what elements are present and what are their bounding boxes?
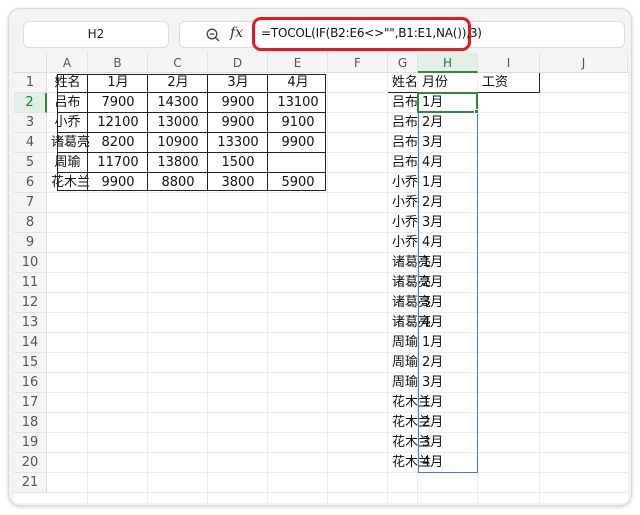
source-table-divider [57,112,326,113]
row-header-17[interactable]: 17 [14,393,47,413]
spreadsheet-window: H2 fx =TOCOL(IF(B2:E6<>"",B1:E1,NA()),3)… [8,8,632,506]
column-header-a[interactable]: A [47,53,88,73]
result-name-cell[interactable]: 诸葛亮 [388,253,431,273]
result-name-cell[interactable]: 花木兰 [388,393,431,413]
row-gridline [47,472,628,473]
row-gridline [47,372,628,373]
column-header-g[interactable]: G [388,53,418,73]
row-header-19[interactable]: 19 [14,433,47,453]
column-header-i[interactable]: I [478,53,540,73]
row-header-2[interactable]: 2 [14,93,47,113]
result-name-cell[interactable]: 小乔 [388,233,418,253]
row-header-5[interactable]: 5 [14,153,47,173]
result-name-cell[interactable]: 小乔 [388,193,418,213]
zoom-icon[interactable] [206,28,220,42]
source-table-divider [57,92,326,93]
formula-text[interactable]: =TOCOL(IF(B2:E6<>"",B1:E1,NA()),3) [261,26,482,40]
row-gridline [47,492,628,493]
result-name-cell[interactable]: 周瑜 [388,373,418,393]
result-name-cell[interactable]: 诸葛亮 [388,273,431,293]
result-name-cell[interactable]: 花木兰 [388,453,431,473]
column-header-d[interactable]: D [208,53,268,73]
fx-icon[interactable]: fx [230,25,243,41]
result-name-cell[interactable]: 吕布 [388,133,418,153]
row-gridline [47,352,628,353]
spill-range-outline [418,93,478,473]
result-name-cell[interactable]: 诸葛亮 [388,293,431,313]
result-name-cell[interactable]: 小乔 [388,173,418,193]
row-header-11[interactable]: 11 [14,273,47,293]
row-header-12[interactable]: 12 [14,293,47,313]
result-name-cell[interactable]: 花木兰 [388,433,431,453]
row-gridline [47,412,628,413]
result-header-cell[interactable]: 工资 [478,73,540,93]
row-header-6[interactable]: 6 [14,173,47,193]
column-header-h[interactable]: H [418,53,478,73]
row-header-3[interactable]: 3 [14,113,47,133]
column-header-b[interactable]: B [88,53,148,73]
row-header-10[interactable]: 10 [14,253,47,273]
result-name-cell[interactable]: 吕布 [388,93,418,113]
row-header-7[interactable]: 7 [14,193,47,213]
source-table-divider [57,132,326,133]
row-gridline [47,272,628,273]
sheet-grid[interactable]: A B C D E F G H I J 1 2 3 4 5 6 7 8 9 10 11 12 13 14 15 16 17 18 19 2… [14,53,628,503]
row-header-16[interactable]: 16 [14,373,47,393]
row-header-15[interactable]: 15 [14,353,47,373]
row-header-14[interactable]: 14 [14,333,47,353]
row-header-4[interactable]: 4 [14,133,47,153]
result-name-cell[interactable]: 小乔 [388,213,418,233]
result-header-cell[interactable]: 月份 [418,73,478,93]
row-header-1[interactable]: 1 [14,73,47,93]
fill-handle[interactable] [474,109,479,114]
result-header-cell[interactable]: 姓名 [388,73,418,93]
source-table-divider [57,172,326,173]
row-gridline [47,312,628,313]
row-header-9[interactable]: 9 [14,233,47,253]
result-name-cell[interactable]: 花木兰 [388,413,431,433]
formula-highlight: =TOCOL(IF(B2:E6<>"",B1:E1,NA()),3) [252,17,482,51]
result-name-cell[interactable]: 周瑜 [388,353,418,373]
column-header-f[interactable]: F [328,53,388,73]
source-table-divider [57,152,326,153]
row-gridline [47,432,628,433]
column-header-c[interactable]: C [148,53,208,73]
select-all-corner[interactable] [14,53,47,73]
row-gridline [47,332,628,333]
active-cell[interactable] [417,92,478,113]
column-header-e[interactable]: E [268,53,328,73]
column-gridline [539,73,540,503]
row-gridline [47,252,628,253]
row-gridline [47,292,628,293]
formula-bar[interactable]: fx =TOCOL(IF(B2:E6<>"",B1:E1,NA()),3) [179,17,625,51]
result-name-cell[interactable]: 吕布 [388,153,418,173]
row-header-8[interactable]: 8 [14,213,47,233]
column-header-j[interactable]: J [540,53,628,73]
name-box[interactable]: H2 [23,21,169,48]
row-header-18[interactable]: 18 [14,413,47,433]
row-gridline [47,212,628,213]
result-name-cell[interactable]: 周瑜 [388,333,418,353]
row-gridline [47,392,628,393]
row-header-13[interactable]: 13 [14,313,47,333]
row-gridline [47,452,628,453]
row-header-21[interactable]: 21 [14,473,47,493]
row-header-20[interactable]: 20 [14,453,47,473]
result-header-border [539,73,540,93]
result-name-cell[interactable]: 诸葛亮 [388,313,431,333]
result-name-cell[interactable]: 吕布 [388,113,418,133]
row-gridline [47,232,628,233]
